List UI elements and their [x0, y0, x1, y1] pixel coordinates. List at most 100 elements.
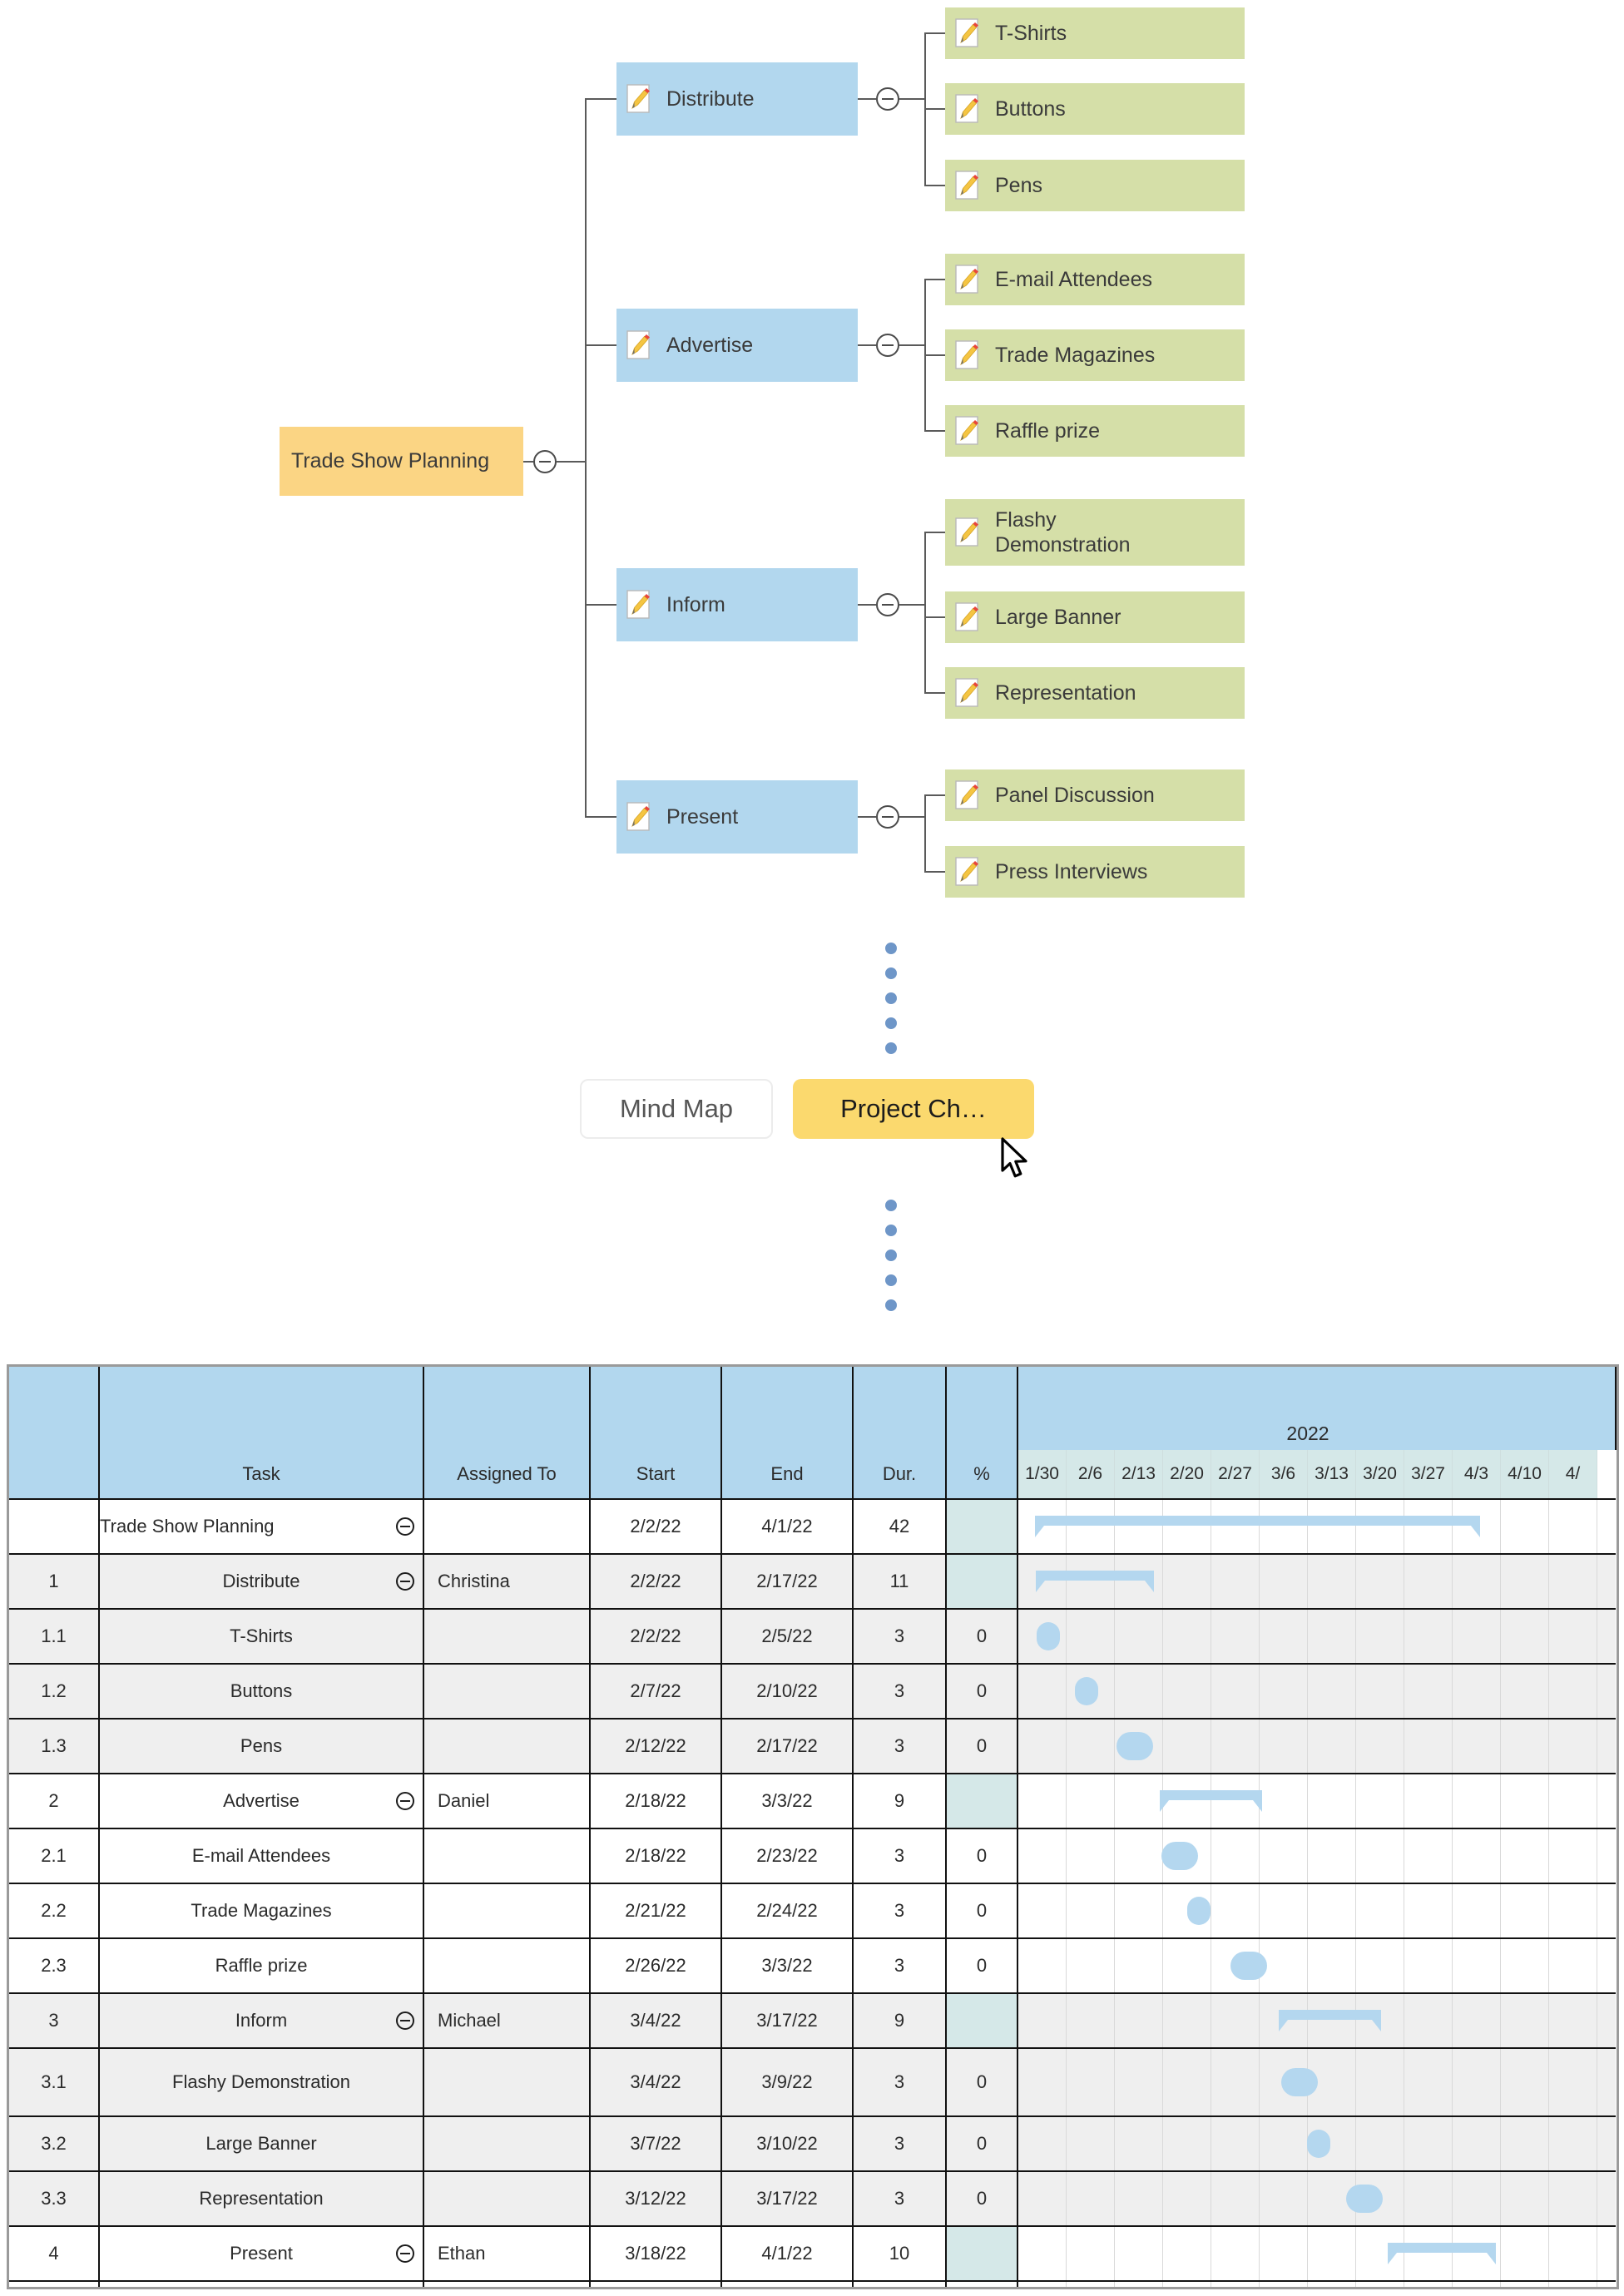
header-cell-assigned[interactable]: Assigned To — [423, 1450, 591, 1500]
cell-task[interactable]: Present — [99, 2226, 424, 2282]
header-cell-start[interactable]: Start — [590, 1450, 722, 1500]
cell-task[interactable]: Flashy Demonstration — [99, 2048, 424, 2117]
gantt-task-bar[interactable] — [1161, 1842, 1198, 1870]
cell-task[interactable]: Distribute — [99, 1554, 424, 1610]
cell-task[interactable]: Raffle prize — [99, 1938, 424, 1994]
cell-percent: 0 — [946, 1719, 1018, 1774]
cell-task[interactable]: Representation — [99, 2171, 424, 2227]
table-row[interactable]: 2.2 Trade Magazines 2/21/22 2/24/22 3 0 — [9, 1883, 1616, 1939]
project-chart-table[interactable]: 2022 Task Assigned To Start End Dur.% 1/30 2/6… — [7, 1364, 1619, 2289]
mindmap-leaf-node[interactable]: T-Shirts — [945, 7, 1245, 59]
cell-assigned-to — [423, 1938, 591, 1994]
gantt-summary-bar[interactable] — [1036, 1571, 1154, 1592]
mindmap-leaf-node[interactable]: Flashy Demonstration — [945, 499, 1245, 566]
gantt-summary-bar[interactable] — [1388, 2243, 1496, 2264]
cell-task[interactable]: Advertise — [99, 1774, 424, 1829]
mindmap-leaf-node[interactable]: Press Interviews — [945, 846, 1245, 898]
mindmap-leaf-node[interactable]: Buttons — [945, 83, 1245, 135]
connector-line — [585, 99, 587, 817]
table-row[interactable]: 2 Advertise Daniel 2/18/22 3/3/22 9 — [9, 1774, 1616, 1829]
gantt-summary-bar[interactable] — [1035, 1516, 1480, 1537]
table-row[interactable]: 2.3 Raffle prize 2/26/22 3/3/22 3 0 — [9, 1938, 1616, 1994]
mindmap-leaf-node[interactable]: Representation — [945, 667, 1245, 719]
cell-task[interactable]: Trade Show Planning — [99, 1499, 424, 1555]
mindmap-root-collapse-icon[interactable] — [533, 449, 557, 473]
task-label: Trade Show Planning — [100, 1516, 275, 1536]
header-cell-task[interactable]: Task — [99, 1450, 424, 1500]
page-pencil-icon — [955, 171, 978, 200]
mindmap-branch-node[interactable]: Present — [616, 780, 858, 854]
gantt-task-bar[interactable] — [1037, 1622, 1060, 1650]
gantt-summary-bar[interactable] — [1279, 2010, 1381, 2031]
connector-line — [924, 108, 945, 110]
table-row[interactable]: 1.2 Buttons 2/7/22 2/10/22 3 0 — [9, 1664, 1616, 1720]
connector-line — [858, 604, 876, 606]
cell-task[interactable]: Buttons — [99, 1664, 424, 1720]
mindmap-branch-node[interactable]: Inform — [616, 568, 858, 641]
gantt-summary-bar[interactable] — [1160, 1790, 1262, 1812]
cell-task[interactable]: Inform — [99, 1993, 424, 2049]
mindmap-leaf-label: Large Banner — [995, 605, 1121, 629]
table-row[interactable]: 2.1 E-mail Attendees 2/18/22 2/23/22 3 0 — [9, 1828, 1616, 1884]
mindmap-branch-collapse-icon[interactable] — [876, 593, 899, 616]
tab-project-chart[interactable]: Project Ch… — [793, 1079, 1034, 1139]
table-row[interactable]: 3 Inform Michael 3/4/22 3/17/22 9 — [9, 1993, 1616, 2049]
mindmap-branch-collapse-icon[interactable] — [876, 87, 899, 111]
gantt-task-bar[interactable] — [1281, 2068, 1318, 2096]
cell-start: 3/12/22 — [590, 2171, 722, 2227]
cell-percent — [946, 2226, 1018, 2282]
row-collapse-icon[interactable] — [396, 1572, 414, 1591]
page-pencil-icon — [955, 340, 978, 369]
gantt-task-bar[interactable] — [1075, 1677, 1098, 1705]
cell-task[interactable]: Trade Magazines — [99, 1883, 424, 1939]
mindmap-leaf-node[interactable]: Panel Discussion — [945, 769, 1245, 821]
gantt-task-bar[interactable] — [1187, 1897, 1211, 1925]
mindmap-branch-node[interactable]: Distribute — [616, 62, 858, 136]
row-collapse-icon[interactable] — [396, 1792, 414, 1810]
header-cell-duration[interactable]: Dur. — [853, 1450, 947, 1500]
table-row[interactable]: 1 Distribute Christina 2/2/22 2/17/22 11 — [9, 1554, 1616, 1610]
mindmap-leaf-node[interactable]: Large Banner — [945, 591, 1245, 643]
mindmap-branch-collapse-icon[interactable] — [876, 334, 899, 357]
table-row[interactable]: Trade Show Planning 2/2/22 4/1/22 42 — [9, 1499, 1616, 1555]
dot — [885, 1299, 897, 1311]
table-row[interactable]: 3.1 Flashy Demonstration 3/4/22 3/9/22 3 0 — [9, 2048, 1616, 2117]
mindmap-branch-node[interactable]: Advertise — [616, 309, 858, 382]
gantt-task-bar[interactable] — [1116, 1732, 1153, 1760]
gantt-task-bar[interactable] — [1346, 2185, 1383, 2213]
cell-assigned-to — [423, 2116, 591, 2172]
mindmap-leaf-node[interactable]: Pens — [945, 160, 1245, 211]
cell-assigned-to — [423, 1664, 591, 1720]
header-cell-wbs[interactable] — [9, 1450, 100, 1500]
header-cell-end[interactable]: End — [721, 1450, 854, 1500]
cell-percent — [946, 1554, 1018, 1610]
page-pencil-icon — [955, 416, 978, 445]
table-row[interactable]: 3.2 Large Banner 3/7/22 3/10/22 3 0 — [9, 2116, 1616, 2172]
mindmap-leaf-node[interactable]: E-mail Attendees — [945, 254, 1245, 305]
mindmap-leaf-node[interactable]: Raffle prize — [945, 405, 1245, 457]
gantt-task-bar[interactable] — [1230, 1952, 1267, 1980]
cell-task[interactable]: Large Banner — [99, 2116, 424, 2172]
table-row[interactable]: 1.1 T-Shirts 2/2/22 2/5/22 3 0 — [9, 1609, 1616, 1665]
table-row[interactable]: 1.3 Pens 2/12/22 2/17/22 3 0 — [9, 1719, 1616, 1774]
cell-start: 2/2/22 — [590, 1499, 722, 1555]
gantt-task-bar[interactable] — [1307, 2130, 1330, 2158]
row-collapse-icon[interactable] — [396, 2011, 414, 2030]
cell-task[interactable]: T-Shirts — [99, 1609, 424, 1665]
mindmap-branch-collapse-icon[interactable] — [876, 805, 899, 829]
table-row[interactable]: 3.3 Representation 3/12/22 3/17/22 3 0 — [9, 2171, 1616, 2227]
row-collapse-icon[interactable] — [396, 1517, 414, 1536]
cell-task[interactable]: E-mail Attendees — [99, 1828, 424, 1884]
tab-mind-map[interactable]: Mind Map — [580, 1079, 773, 1139]
mindmap-root-node[interactable]: Trade Show Planning — [280, 427, 523, 496]
table-row[interactable]: 4 Present Ethan 3/18/22 4/1/22 10 — [9, 2226, 1616, 2282]
row-collapse-icon[interactable] — [396, 2244, 414, 2263]
cell-task[interactable]: Panel Discussion — [99, 2281, 424, 2287]
mindmap-leaf-node[interactable]: Trade Magazines — [945, 329, 1245, 381]
cell-task[interactable]: Pens — [99, 1719, 424, 1774]
dot — [885, 1200, 897, 1211]
table-row[interactable]: 4.1 Panel Discussion 3/18/223/25/2250 — [9, 2281, 1616, 2287]
tab-project-chart-label: Project Ch… — [840, 1094, 987, 1123]
cell-wbs: 3.2 — [9, 2116, 100, 2172]
header-cell-percent[interactable]: % — [946, 1450, 1018, 1500]
